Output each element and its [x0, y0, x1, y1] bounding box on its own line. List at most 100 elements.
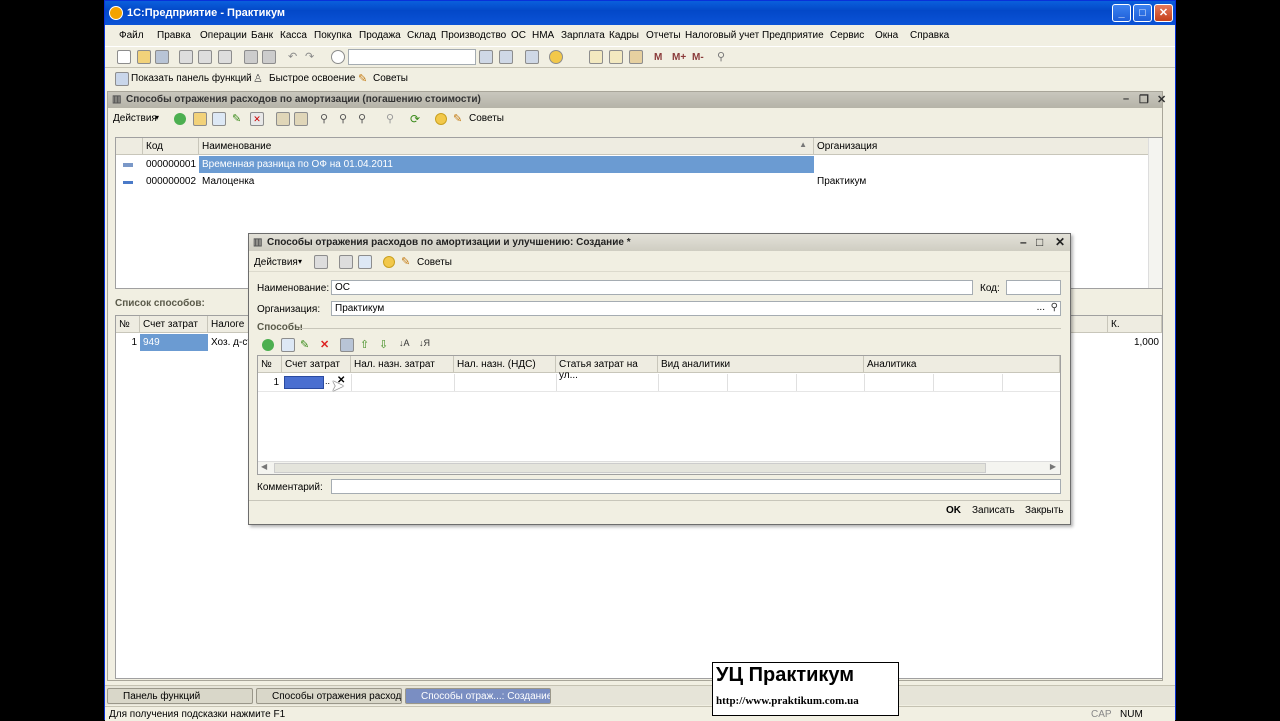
save-button[interactable]: Записать	[972, 505, 1015, 516]
comment-field[interactable]	[331, 479, 1061, 494]
menu-personnel[interactable]: Кадры	[609, 30, 639, 41]
search-icon[interactable]: ⚲	[1051, 302, 1058, 313]
open-icon[interactable]	[137, 50, 151, 64]
column-header-analytics-type[interactable]: Вид аналитики	[658, 356, 864, 373]
filter-value-icon[interactable]: ⚲	[339, 112, 353, 126]
show-function-panel-button[interactable]: Показать панель функций	[131, 73, 252, 84]
cell-number[interactable]: 1	[116, 334, 140, 351]
end-edit-icon[interactable]	[340, 338, 354, 352]
list-close-button[interactable]: ✕	[1157, 93, 1166, 106]
edit-row-icon[interactable]: ✎	[300, 338, 314, 352]
memory-minus-button[interactable]: M-	[692, 52, 704, 63]
menu-operations[interactable]: Операции	[200, 30, 247, 41]
save-icon[interactable]	[155, 50, 169, 64]
search-icon[interactable]	[331, 50, 345, 64]
menu-bank[interactable]: Банк	[251, 30, 273, 41]
search-input[interactable]	[348, 49, 476, 65]
menu-file[interactable]: Файл	[119, 30, 144, 41]
redo-icon[interactable]: ↷	[305, 50, 319, 64]
task-create-dialog[interactable]: Способы отраж...: Создание *	[405, 688, 551, 704]
close-button[interactable]: ✕	[1154, 4, 1173, 22]
cut-icon[interactable]	[179, 50, 193, 64]
save-icon[interactable]	[314, 255, 328, 269]
print-icon[interactable]	[244, 50, 258, 64]
menu-reports[interactable]: Отчеты	[646, 30, 681, 41]
edit-icon[interactable]: ✎	[232, 112, 246, 126]
column-header-coefficient[interactable]: К.	[1108, 316, 1162, 333]
column-header-organization[interactable]: Организация	[814, 138, 1150, 155]
list-tips-button[interactable]: Советы	[469, 113, 504, 124]
name-field[interactable]: ОС	[331, 280, 973, 295]
maximize-button[interactable]: □	[1133, 4, 1152, 22]
paste-icon[interactable]	[218, 50, 232, 64]
dialog-maximize-button[interactable]: □	[1036, 235, 1043, 249]
sort-asc-icon[interactable]: ↓A	[399, 338, 413, 352]
add-icon[interactable]	[174, 113, 186, 125]
memory-plus-button[interactable]: M+	[672, 52, 686, 63]
column-header-analytics[interactable]: Аналитика	[864, 356, 1060, 373]
column-header-account[interactable]: Счет затрат	[282, 356, 351, 373]
refresh-icon[interactable]: ⟳	[410, 112, 424, 126]
menu-intangibles[interactable]: НМА	[532, 30, 554, 41]
help-icon[interactable]	[435, 113, 447, 125]
delete-icon[interactable]: ✕	[250, 112, 264, 126]
code-field[interactable]	[1006, 280, 1061, 295]
task-list-window[interactable]: Способы отражения расход...	[256, 688, 402, 704]
column-header-tax-purpose[interactable]: Нал. назн. затрат	[351, 356, 454, 373]
vertical-scrollbar[interactable]	[1148, 138, 1162, 288]
minimize-button[interactable]: _	[1112, 4, 1131, 22]
scroll-thumb[interactable]	[274, 463, 986, 473]
ok-button[interactable]: OK	[946, 505, 961, 516]
move-to-group-icon[interactable]	[294, 112, 308, 126]
dialog-actions-menu[interactable]: Действия	[254, 257, 298, 268]
find-next-icon[interactable]	[479, 50, 493, 64]
memory-m-button[interactable]: M	[654, 52, 662, 63]
sort-desc-icon[interactable]: ↓Я	[419, 338, 433, 352]
organization-field[interactable]: Практикум ... ⚲	[331, 301, 1061, 316]
menu-service[interactable]: Сервис	[830, 30, 864, 41]
calculator-icon[interactable]	[589, 50, 603, 64]
cell-code[interactable]: 000000001	[143, 156, 199, 173]
copy-icon[interactable]	[198, 50, 212, 64]
dialog-minimize-button[interactable]: –	[1020, 235, 1027, 249]
menu-tax[interactable]: Налоговый учет	[685, 30, 759, 41]
list-restore-button[interactable]: ❐	[1139, 93, 1149, 106]
column-header-code[interactable]: Код	[143, 138, 199, 155]
close-dialog-button[interactable]: Закрыть	[1025, 505, 1064, 516]
cell-organization[interactable]: Практикум	[814, 173, 1150, 190]
cell-number[interactable]: 1	[258, 374, 282, 391]
column-header-account[interactable]: Счет затрат	[140, 316, 208, 333]
move-down-icon[interactable]: ⇩	[379, 338, 393, 352]
cell-account[interactable]: 949	[140, 334, 208, 351]
dialog-tips-button[interactable]: Советы	[417, 257, 452, 268]
calendar-icon[interactable]	[609, 50, 623, 64]
filter-icon[interactable]: ⚲	[320, 112, 334, 126]
quick-learning-button[interactable]: Быстрое освоение	[269, 73, 355, 84]
menu-warehouse[interactable]: Склад	[407, 30, 436, 41]
menu-salary[interactable]: Зарплата	[561, 30, 605, 41]
tools-icon[interactable]: ⚲	[717, 50, 731, 64]
move-up-icon[interactable]: ⇧	[360, 338, 374, 352]
find-prev-icon[interactable]	[499, 50, 513, 64]
new-icon[interactable]	[117, 50, 131, 64]
dialog-close-button[interactable]: ✕	[1055, 235, 1065, 249]
preview-icon[interactable]	[262, 50, 276, 64]
undo-icon[interactable]: ↶	[288, 50, 302, 64]
hierarchy-icon[interactable]	[276, 112, 290, 126]
column-header-name[interactable]: Наименование ▲	[199, 138, 814, 155]
menu-production[interactable]: Производство	[441, 30, 506, 41]
select-button[interactable]: ...	[1037, 302, 1045, 313]
scroll-right-icon[interactable]: ▶	[1050, 462, 1056, 471]
clipboard-icon[interactable]	[629, 50, 643, 64]
filter-list-icon[interactable]: ⚲	[358, 112, 372, 126]
cell-organization[interactable]	[814, 156, 1150, 173]
add-group-icon[interactable]	[193, 112, 207, 126]
delete-row-icon[interactable]: ✕	[320, 338, 334, 352]
column-header-icon[interactable]	[116, 138, 143, 155]
scroll-left-icon[interactable]: ◀	[261, 462, 267, 471]
info-icon[interactable]	[549, 50, 563, 64]
column-header-number[interactable]: №	[258, 356, 282, 373]
task-function-panel[interactable]: Панель функций	[107, 688, 253, 704]
list-minimize-button[interactable]: –	[1123, 93, 1129, 105]
copy-row-icon[interactable]	[281, 338, 295, 352]
